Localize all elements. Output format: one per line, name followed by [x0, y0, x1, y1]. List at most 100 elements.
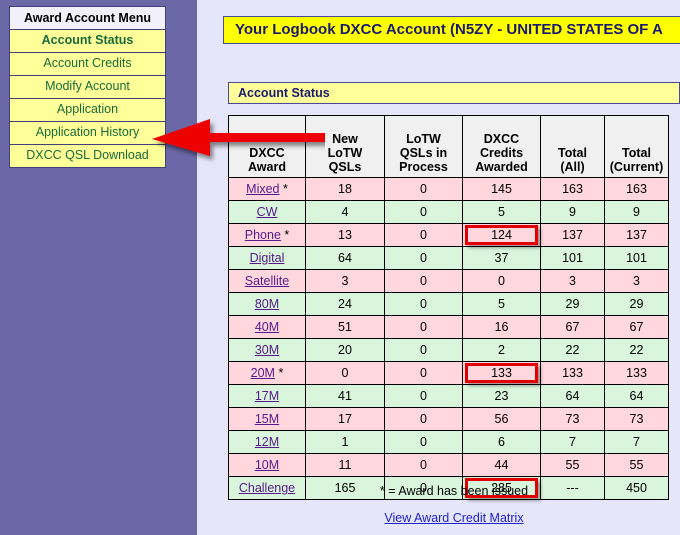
award-link-80m[interactable]: 80M [255, 297, 279, 311]
award-link-30m[interactable]: 30M [255, 343, 279, 357]
award-link-satellite[interactable]: Satellite [245, 274, 289, 288]
sidebar-item-account-status[interactable]: Account Status [10, 30, 165, 53]
sidebar-item-application[interactable]: Application [10, 99, 165, 122]
section-title-account-status: Account Status [228, 82, 680, 104]
total-current-cell: 64 [604, 384, 669, 408]
award-issued-star: * [279, 182, 288, 196]
new-lotw-qsls-cell: 51 [305, 315, 385, 339]
award-name-cell: 15M [228, 407, 306, 431]
award-link-cw[interactable]: CW [257, 205, 278, 219]
header-line: DXCC [249, 146, 285, 160]
view-award-credit-matrix-link[interactable]: View Award Credit Matrix [384, 511, 523, 525]
table-header-row: DXCC Award New LoTW QSLs LoTW QSLs in Pr… [228, 115, 669, 178]
column-header-dxcc-credits-awarded: DXCC Credits Awarded [462, 115, 541, 178]
header-line: Process [399, 160, 448, 174]
dxcc-credits-awarded-cell: 124 [462, 223, 541, 247]
dxcc-credits-awarded-cell: 0 [462, 269, 541, 293]
table-row: 17M 41 0 23 64 64 [228, 384, 669, 408]
dxcc-credits-awarded-cell: 6 [462, 430, 541, 454]
award-name-cell: 80M [228, 292, 306, 316]
award-name-cell: 12M [228, 430, 306, 454]
table-row: Satellite 3 0 0 3 3 [228, 269, 669, 293]
new-lotw-qsls-cell: 0 [305, 361, 385, 385]
award-link-40m[interactable]: 40M [255, 320, 279, 334]
table-row: 30M 20 0 2 22 22 [228, 338, 669, 362]
main-content-area: Your Logbook DXCC Account (N5ZY - UNITED… [197, 0, 680, 535]
total-all-cell: 29 [540, 292, 605, 316]
table-row: Digital 64 0 37 101 101 [228, 246, 669, 270]
dxcc-credits-awarded-cell: 16 [462, 315, 541, 339]
table-row: 10M 11 0 44 55 55 [228, 453, 669, 477]
page-title: Your Logbook DXCC Account (N5ZY - UNITED… [223, 16, 680, 44]
header-line: LoTW [327, 146, 363, 160]
total-all-cell: 64 [540, 384, 605, 408]
award-link-phone[interactable]: Phone [245, 228, 281, 242]
dxcc-credits-awarded-cell: 37 [462, 246, 541, 270]
award-issued-star: * [280, 228, 290, 242]
total-current-cell: 55 [604, 453, 669, 477]
lotw-qsls-in-process-cell: 0 [384, 315, 463, 339]
dxcc-credits-awarded-cell: 44 [462, 453, 541, 477]
lotw-qsls-in-process-cell: 0 [384, 292, 463, 316]
dxcc-credits-awarded-cell: 5 [462, 292, 541, 316]
award-name-cell: Mixed * [228, 177, 306, 201]
total-all-cell: 101 [540, 246, 605, 270]
header-line: Total [622, 146, 651, 160]
award-link-digital[interactable]: Digital [250, 251, 285, 265]
award-link-mixed[interactable]: Mixed [246, 182, 279, 196]
award-name-cell: Satellite [228, 269, 306, 293]
total-current-cell: 133 [604, 361, 669, 385]
award-link-12m[interactable]: 12M [255, 435, 279, 449]
lotw-qsls-in-process-cell: 0 [384, 177, 463, 201]
dxcc-credits-awarded-cell: 2 [462, 338, 541, 362]
total-all-cell: 9 [540, 200, 605, 224]
award-link-15m[interactable]: 15M [255, 412, 279, 426]
total-current-cell: 163 [604, 177, 669, 201]
sidebar-item-application-history[interactable]: Application History [10, 122, 165, 145]
sidebar-item-modify-account[interactable]: Modify Account [10, 76, 165, 99]
award-name-cell: CW [228, 200, 306, 224]
red-highlight-box [465, 225, 538, 245]
lotw-qsls-in-process-cell: 0 [384, 361, 463, 385]
award-name-cell: 40M [228, 315, 306, 339]
table-row: 12M 1 0 6 7 7 [228, 430, 669, 454]
new-lotw-qsls-cell: 20 [305, 338, 385, 362]
new-lotw-qsls-cell: 17 [305, 407, 385, 431]
total-all-cell: 133 [540, 361, 605, 385]
total-current-cell: 7 [604, 430, 669, 454]
total-current-cell: 73 [604, 407, 669, 431]
award-link-17m[interactable]: 17M [255, 389, 279, 403]
dxcc-credits-awarded-cell: 5 [462, 200, 541, 224]
sidebar-item-account-credits[interactable]: Account Credits [10, 53, 165, 76]
total-current-cell: 29 [604, 292, 669, 316]
award-link-10m[interactable]: 10M [255, 458, 279, 472]
lotw-qsls-in-process-cell: 0 [384, 338, 463, 362]
award-link-20m[interactable]: 20M [251, 366, 275, 380]
total-current-cell: 22 [604, 338, 669, 362]
new-lotw-qsls-cell: 4 [305, 200, 385, 224]
award-name-cell: 30M [228, 338, 306, 362]
total-current-cell: 3 [604, 269, 669, 293]
award-account-menu: Award Account Menu Account Status Accoun… [9, 6, 166, 168]
header-line: Award [248, 160, 286, 174]
table-row: Phone * 13 0 124 137 137 [228, 223, 669, 247]
sidebar-item-dxcc-qsl-download[interactable]: DXCC QSL Download [10, 145, 165, 167]
total-current-cell: 67 [604, 315, 669, 339]
award-name-cell: 20M * [228, 361, 306, 385]
award-issued-star: * [274, 366, 284, 380]
new-lotw-qsls-cell: 13 [305, 223, 385, 247]
matrix-link-container: View Award Credit Matrix [228, 511, 680, 525]
total-current-cell: 137 [604, 223, 669, 247]
dxcc-credits-awarded-cell: 23 [462, 384, 541, 408]
header-line: DXCC [483, 132, 520, 146]
header-line: New [332, 132, 358, 146]
award-name-cell: Phone * [228, 223, 306, 247]
table-row: Mixed * 18 0 145 163 163 [228, 177, 669, 201]
total-current-cell: 9 [604, 200, 669, 224]
total-all-cell: 55 [540, 453, 605, 477]
total-all-cell: 137 [540, 223, 605, 247]
total-all-cell: 7 [540, 430, 605, 454]
column-header-new-lotw-qsls: New LoTW QSLs [305, 115, 385, 178]
header-line: (All) [560, 160, 585, 174]
total-all-cell: 22 [540, 338, 605, 362]
